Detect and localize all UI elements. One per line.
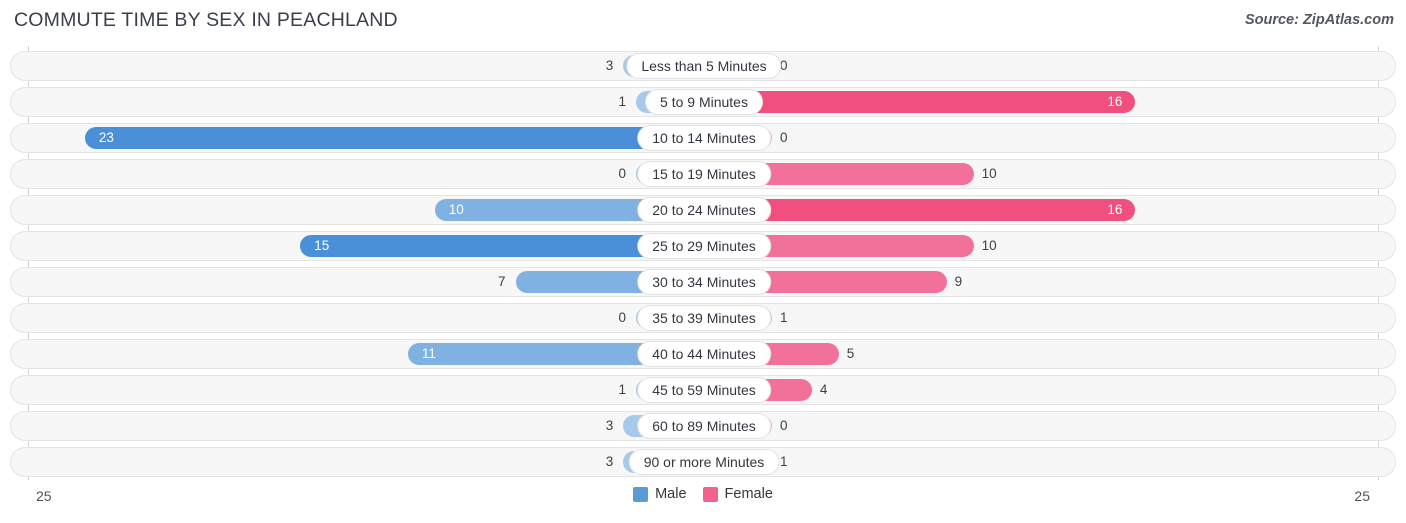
category-label: 40 to 44 Minutes xyxy=(637,341,771,367)
bar-value-male: 0 xyxy=(618,310,626,325)
chart-legend: Male Female xyxy=(0,486,1406,502)
legend-label: Female xyxy=(724,486,773,502)
table-row[interactable]: 3 0 Less than 5 Minutes xyxy=(10,51,1396,81)
page-title: COMMUTE TIME BY SEX IN PEACHLAND xyxy=(14,9,398,31)
row-inner: 3 1 90 or more Minutes xyxy=(11,448,1395,476)
row-inner: 15 10 25 to 29 Minutes xyxy=(11,232,1395,260)
row-inner: 3 0 60 to 89 Minutes xyxy=(11,412,1395,440)
bar-value-male: 7 xyxy=(498,274,506,289)
category-label: 60 to 89 Minutes xyxy=(637,413,771,439)
row-inner: 1 4 45 to 59 Minutes xyxy=(11,376,1395,404)
table-row[interactable]: 7 9 30 to 34 Minutes xyxy=(10,267,1396,297)
bar-value-male: 10 xyxy=(448,202,464,217)
category-label: Less than 5 Minutes xyxy=(626,53,782,79)
category-label: 5 to 9 Minutes xyxy=(645,89,763,115)
bar-value-male: 3 xyxy=(605,58,614,73)
table-row[interactable]: 15 10 25 to 29 Minutes xyxy=(10,231,1396,261)
bar-male[interactable] xyxy=(84,127,704,149)
table-row[interactable]: 3 0 60 to 89 Minutes xyxy=(10,411,1396,441)
legend-swatch-icon xyxy=(702,486,718,502)
table-row[interactable]: 10 16 20 to 24 Minutes xyxy=(10,195,1396,225)
table-row[interactable]: 1 4 45 to 59 Minutes xyxy=(10,375,1396,405)
bar-value-female: 16 xyxy=(1107,94,1123,109)
row-inner: 1 16 5 to 9 Minutes xyxy=(11,88,1395,116)
row-inner: 10 16 20 to 24 Minutes xyxy=(11,196,1395,224)
row-inner: 0 10 15 to 19 Minutes xyxy=(11,160,1395,188)
legend-label: Male xyxy=(655,486,687,502)
bar-value-female: 0 xyxy=(780,418,788,433)
table-row[interactable]: 1 16 5 to 9 Minutes xyxy=(10,87,1396,117)
row-inner: 7 9 30 to 34 Minutes xyxy=(11,268,1395,296)
row-inner: 0 1 35 to 39 Minutes xyxy=(11,304,1395,332)
bar-value-female: 0 xyxy=(780,130,788,145)
bar-value-male: 0 xyxy=(618,166,626,181)
bar-value-female: 4 xyxy=(819,382,828,397)
table-row[interactable]: 11 5 40 to 44 Minutes xyxy=(10,339,1396,369)
chart-footer: 25 25 Male Female xyxy=(0,480,1406,523)
bar-value-female: 10 xyxy=(981,238,997,253)
bar-value-female: 1 xyxy=(780,310,788,325)
bar-value-male: 3 xyxy=(605,418,614,433)
bar-value-male: 1 xyxy=(618,382,626,397)
category-label: 10 to 14 Minutes xyxy=(637,125,771,151)
bar-value-female: 1 xyxy=(780,454,788,469)
row-inner: 11 5 40 to 44 Minutes xyxy=(11,340,1395,368)
category-label: 30 to 34 Minutes xyxy=(637,269,771,295)
bar-value-male: 1 xyxy=(618,94,626,109)
table-row[interactable]: 0 10 15 to 19 Minutes xyxy=(10,159,1396,189)
category-label: 45 to 59 Minutes xyxy=(637,377,771,403)
bar-value-male: 15 xyxy=(314,238,330,253)
bar-value-female: 16 xyxy=(1107,202,1123,217)
bar-value-male: 23 xyxy=(98,130,114,145)
bar-value-female: 10 xyxy=(981,166,997,181)
row-inner: 3 0 Less than 5 Minutes xyxy=(11,52,1395,80)
category-label: 90 or more Minutes xyxy=(628,449,780,475)
chart-header: COMMUTE TIME BY SEX IN PEACHLAND Source:… xyxy=(0,0,1406,45)
legend-item-female[interactable]: Female xyxy=(702,486,773,502)
table-row[interactable]: 23 0 10 to 14 Minutes xyxy=(10,123,1396,153)
bar-female[interactable] xyxy=(704,91,1136,113)
bar-value-female: 5 xyxy=(846,346,855,361)
category-label: 35 to 39 Minutes xyxy=(637,305,771,331)
category-label: 25 to 29 Minutes xyxy=(637,233,771,259)
category-label: 20 to 24 Minutes xyxy=(637,197,771,223)
legend-item-male[interactable]: Male xyxy=(633,486,687,502)
chart-plot-area: 3 0 Less than 5 Minutes 1 16 5 to 9 Minutes 23… xyxy=(0,46,1406,480)
bar-value-female: 9 xyxy=(954,274,963,289)
bar-value-male: 3 xyxy=(605,454,614,469)
table-row[interactable]: 3 1 90 or more Minutes xyxy=(10,447,1396,477)
source-attribution: Source: ZipAtlas.com xyxy=(1244,12,1394,28)
row-inner: 23 0 10 to 14 Minutes xyxy=(11,124,1395,152)
legend-swatch-icon xyxy=(633,486,649,502)
table-row[interactable]: 0 1 35 to 39 Minutes xyxy=(10,303,1396,333)
bar-value-male: 11 xyxy=(421,346,436,361)
category-label: 15 to 19 Minutes xyxy=(637,161,771,187)
